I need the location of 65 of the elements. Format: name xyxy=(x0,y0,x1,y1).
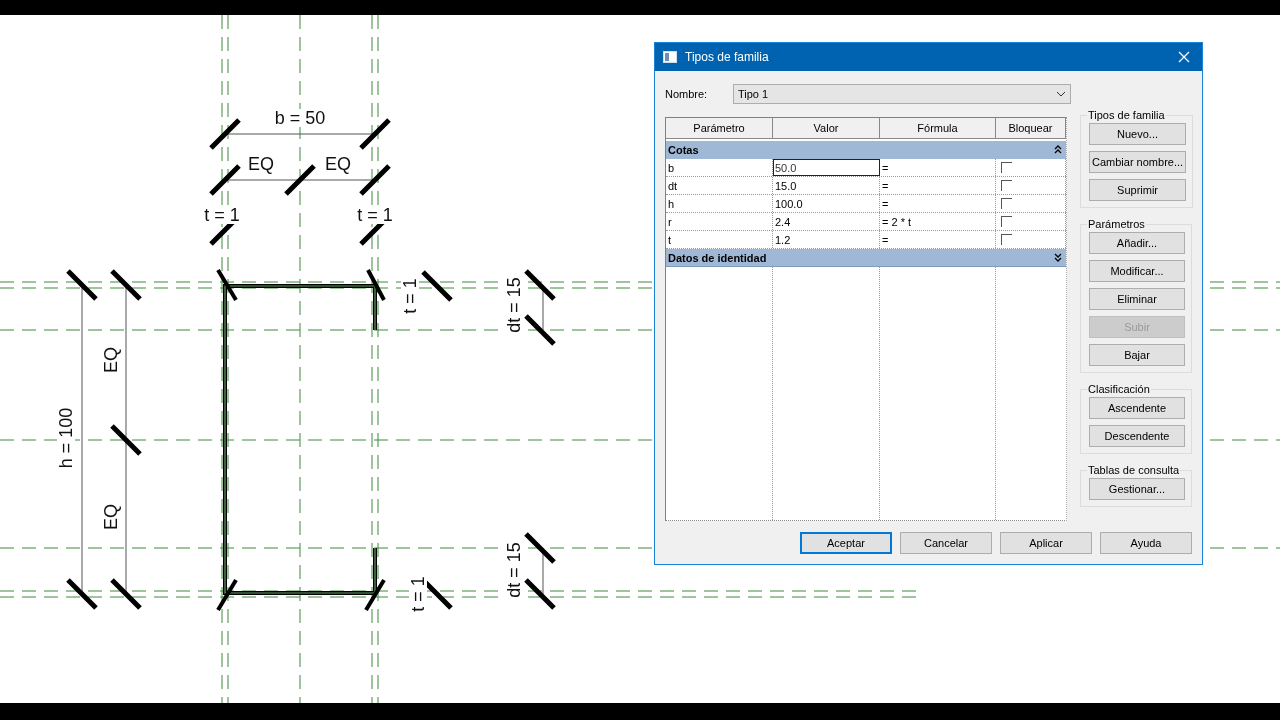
group-title: Datos de identidad xyxy=(668,251,767,264)
value-cell[interactable]: 1.2 xyxy=(773,231,880,248)
dimension-label: t = 1 xyxy=(203,206,241,224)
expand-icon[interactable] xyxy=(1054,253,1062,262)
collapse-icon[interactable] xyxy=(1054,145,1062,154)
value-cell[interactable]: 2.4 xyxy=(773,213,880,230)
dimension-label: dt = 15 xyxy=(505,541,523,599)
dimension-label: EQ xyxy=(324,155,352,173)
dimension-label: h = 100 xyxy=(57,406,75,470)
formula-cell[interactable]: = 2 * t xyxy=(880,213,996,230)
side-button[interactable]: Nuevo... xyxy=(1089,123,1187,145)
column-header[interactable]: Bloquear xyxy=(996,118,1066,139)
dialog-button[interactable]: Aceptar xyxy=(800,532,892,554)
value-cell[interactable]: 15.0 xyxy=(773,177,880,194)
lock-checkbox[interactable] xyxy=(1001,180,1012,191)
parameter-cell: t xyxy=(666,231,773,248)
group-title: Tablas de consulta xyxy=(1087,464,1181,476)
dialog-button[interactable]: Aplicar xyxy=(1000,532,1092,554)
name-label: Nombre: xyxy=(665,88,709,100)
group-title: Tipos de familia xyxy=(1087,109,1166,121)
formula-cell[interactable]: = xyxy=(880,195,996,212)
dimension-label: EQ xyxy=(247,155,275,173)
dialog-button[interactable]: Ayuda xyxy=(1100,532,1192,554)
parameter-cell: r xyxy=(666,213,773,230)
group-header[interactable]: Datos de identidad xyxy=(666,249,1066,267)
side-button[interactable]: Bajar xyxy=(1089,344,1185,366)
dimension-label: b = 50 xyxy=(273,109,327,127)
lock-checkbox[interactable] xyxy=(1001,216,1012,227)
value-cell[interactable]: 100.0 xyxy=(773,195,880,212)
lock-checkbox[interactable] xyxy=(1001,198,1012,209)
dialog-button[interactable]: Cancelar xyxy=(900,532,992,554)
lock-checkbox[interactable] xyxy=(1001,234,1012,245)
parameter-cell: b xyxy=(666,159,773,176)
window-title: Tipos de familia xyxy=(685,50,770,64)
formula-cell[interactable]: = xyxy=(880,159,996,176)
side-button[interactable]: Ascendente xyxy=(1089,397,1185,419)
side-button[interactable]: Añadir... xyxy=(1089,232,1185,254)
side-button[interactable]: Cambiar nombre... xyxy=(1089,151,1187,173)
group-title: Clasificación xyxy=(1087,383,1151,395)
side-button[interactable]: Suprimir xyxy=(1089,179,1187,201)
name-dropdown[interactable]: Tipo 1 xyxy=(733,84,1071,104)
value-cell[interactable]: 50.0 xyxy=(773,159,880,176)
group-header[interactable]: Cotas xyxy=(666,141,1066,159)
dimension-label: t = 1 xyxy=(409,575,427,613)
chevron-down-icon xyxy=(1056,91,1066,97)
side-button[interactable]: Descendente xyxy=(1089,425,1185,447)
side-button[interactable]: Gestionar... xyxy=(1089,478,1185,500)
dimension-label: EQ xyxy=(102,346,120,374)
group-title: Cotas xyxy=(668,143,699,156)
parameter-cell: dt xyxy=(666,177,773,194)
dimension-label: EQ xyxy=(102,503,120,531)
dimension-label: t = 1 xyxy=(401,277,419,315)
lock-checkbox[interactable] xyxy=(1001,162,1012,173)
formula-cell[interactable]: = xyxy=(880,177,996,194)
parameter-cell: h xyxy=(666,195,773,212)
formula-cell[interactable]: = xyxy=(880,231,996,248)
side-button[interactable]: Eliminar xyxy=(1089,288,1185,310)
dimension-label: dt = 15 xyxy=(505,276,523,334)
dimension-label: t = 1 xyxy=(356,206,394,224)
column-header[interactable]: Valor xyxy=(773,118,880,139)
column-header[interactable]: Fórmula xyxy=(880,118,996,139)
column-header[interactable]: Parámetro xyxy=(666,118,773,139)
group-title: Parámetros xyxy=(1087,218,1146,230)
side-button[interactable]: Modificar... xyxy=(1089,260,1185,282)
window-icon xyxy=(663,51,677,63)
